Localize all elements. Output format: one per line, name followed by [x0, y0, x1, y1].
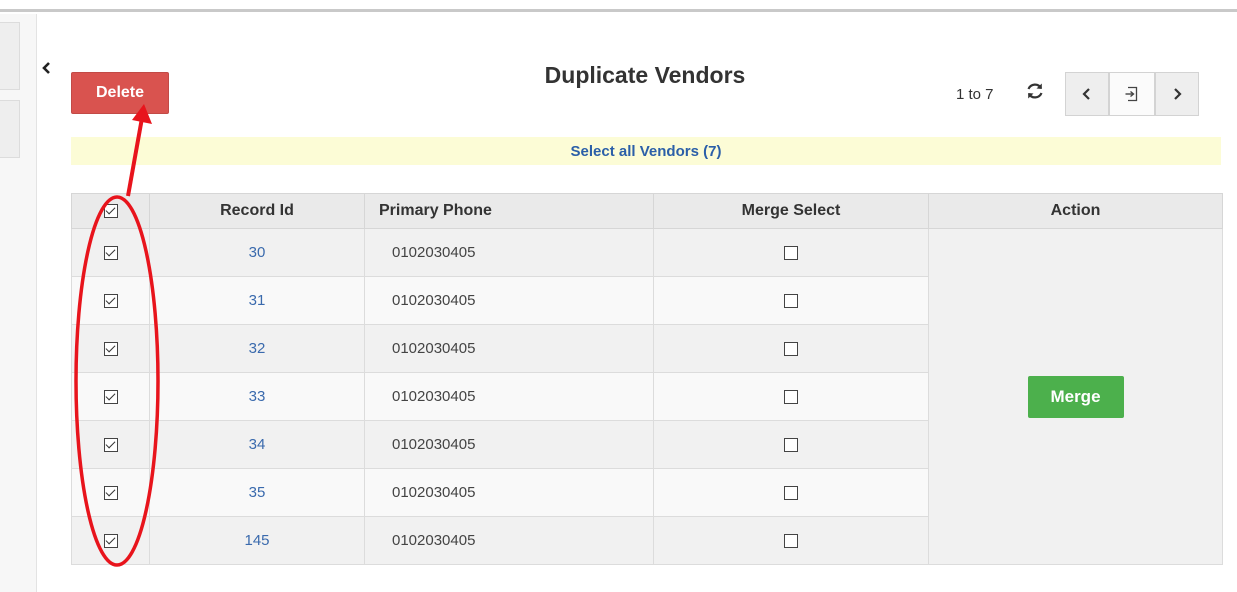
- merge-select-cell: [653, 228, 929, 277]
- record-id-link[interactable]: 33: [149, 372, 365, 421]
- duplicates-table: Record Id Primary Phone Merge Select Act…: [71, 193, 1223, 565]
- row-checkbox[interactable]: [103, 390, 118, 405]
- action-cell: Merge: [928, 228, 1223, 565]
- primary-phone-cell: 0102030405: [364, 228, 654, 277]
- record-id-link[interactable]: 31: [149, 276, 365, 325]
- row-select-cell: [71, 420, 150, 469]
- page-title: Duplicate Vendors: [544, 62, 746, 88]
- left-panel-tab[interactable]: [0, 100, 20, 158]
- row-select-cell: [71, 468, 150, 517]
- column-header-primary-phone[interactable]: Primary Phone: [364, 193, 654, 229]
- merge-select-checkbox[interactable]: [784, 294, 798, 309]
- chevron-right-icon: [1174, 88, 1182, 100]
- table-row: 30 0102030405 Merge: [71, 228, 1223, 565]
- table-header-row: Record Id Primary Phone Merge Select Act…: [71, 193, 1223, 229]
- primary-phone-cell: 0102030405: [364, 372, 654, 421]
- primary-phone-cell: 0102030405: [364, 420, 654, 469]
- select-all-link[interactable]: Select all Vendors (7): [571, 143, 722, 160]
- primary-phone-cell: 0102030405: [364, 276, 654, 325]
- merge-select-cell: [653, 324, 929, 373]
- merge-select-checkbox[interactable]: [784, 246, 798, 261]
- row-checkbox[interactable]: [103, 294, 118, 309]
- column-header-merge-select: Merge Select: [653, 193, 929, 229]
- primary-phone-cell: 0102030405: [364, 324, 654, 373]
- row-select-cell: [71, 276, 150, 325]
- merge-select-cell: [653, 468, 929, 517]
- next-page-button[interactable]: [1155, 72, 1199, 116]
- left-panel-tab[interactable]: [0, 22, 20, 90]
- refresh-icon: [1027, 83, 1043, 99]
- select-all-checkbox-header: [71, 193, 150, 229]
- merge-select-cell: [653, 276, 929, 325]
- row-select-cell: [71, 516, 150, 565]
- row-checkbox[interactable]: [103, 342, 118, 357]
- primary-phone-cell: 0102030405: [364, 468, 654, 517]
- merge-select-cell: [653, 372, 929, 421]
- delete-button[interactable]: Delete: [71, 72, 169, 114]
- column-header-record-id[interactable]: Record Id: [149, 193, 365, 229]
- merge-select-checkbox[interactable]: [784, 486, 798, 501]
- merge-select-checkbox[interactable]: [784, 390, 798, 405]
- top-divider: [0, 0, 1237, 12]
- collapse-panel-button[interactable]: [36, 48, 58, 88]
- chevron-left-icon: [1082, 88, 1090, 100]
- row-select-cell: [71, 324, 150, 373]
- primary-phone-cell: 0102030405: [364, 516, 654, 565]
- record-id-link[interactable]: 35: [149, 468, 365, 517]
- merge-select-cell: [653, 420, 929, 469]
- merge-button[interactable]: Merge: [1027, 375, 1124, 418]
- record-id-link[interactable]: 32: [149, 324, 365, 373]
- row-checkbox[interactable]: [103, 246, 118, 261]
- export-icon: [1125, 86, 1138, 102]
- pagination-info: 1 to 7: [956, 86, 994, 103]
- chevron-left-icon: [42, 62, 50, 74]
- merge-select-checkbox[interactable]: [784, 438, 798, 453]
- row-checkbox[interactable]: [103, 486, 118, 501]
- pagination-controls: [1065, 72, 1199, 118]
- merge-select-checkbox[interactable]: [784, 534, 798, 549]
- column-header-action: Action: [928, 193, 1223, 229]
- record-id-link[interactable]: 30: [149, 228, 365, 277]
- record-id-link[interactable]: 145: [149, 516, 365, 565]
- record-id-link[interactable]: 34: [149, 420, 365, 469]
- row-checkbox[interactable]: [103, 534, 118, 549]
- previous-page-button[interactable]: [1065, 72, 1109, 116]
- select-all-banner: Select all Vendors (7): [71, 137, 1221, 165]
- select-all-checkbox[interactable]: [103, 203, 118, 218]
- row-select-cell: [71, 228, 150, 277]
- merge-select-cell: [653, 516, 929, 565]
- merge-select-checkbox[interactable]: [784, 342, 798, 357]
- row-select-cell: [71, 372, 150, 421]
- row-checkbox[interactable]: [103, 438, 118, 453]
- export-button[interactable]: [1109, 72, 1155, 116]
- refresh-button[interactable]: [1024, 80, 1046, 102]
